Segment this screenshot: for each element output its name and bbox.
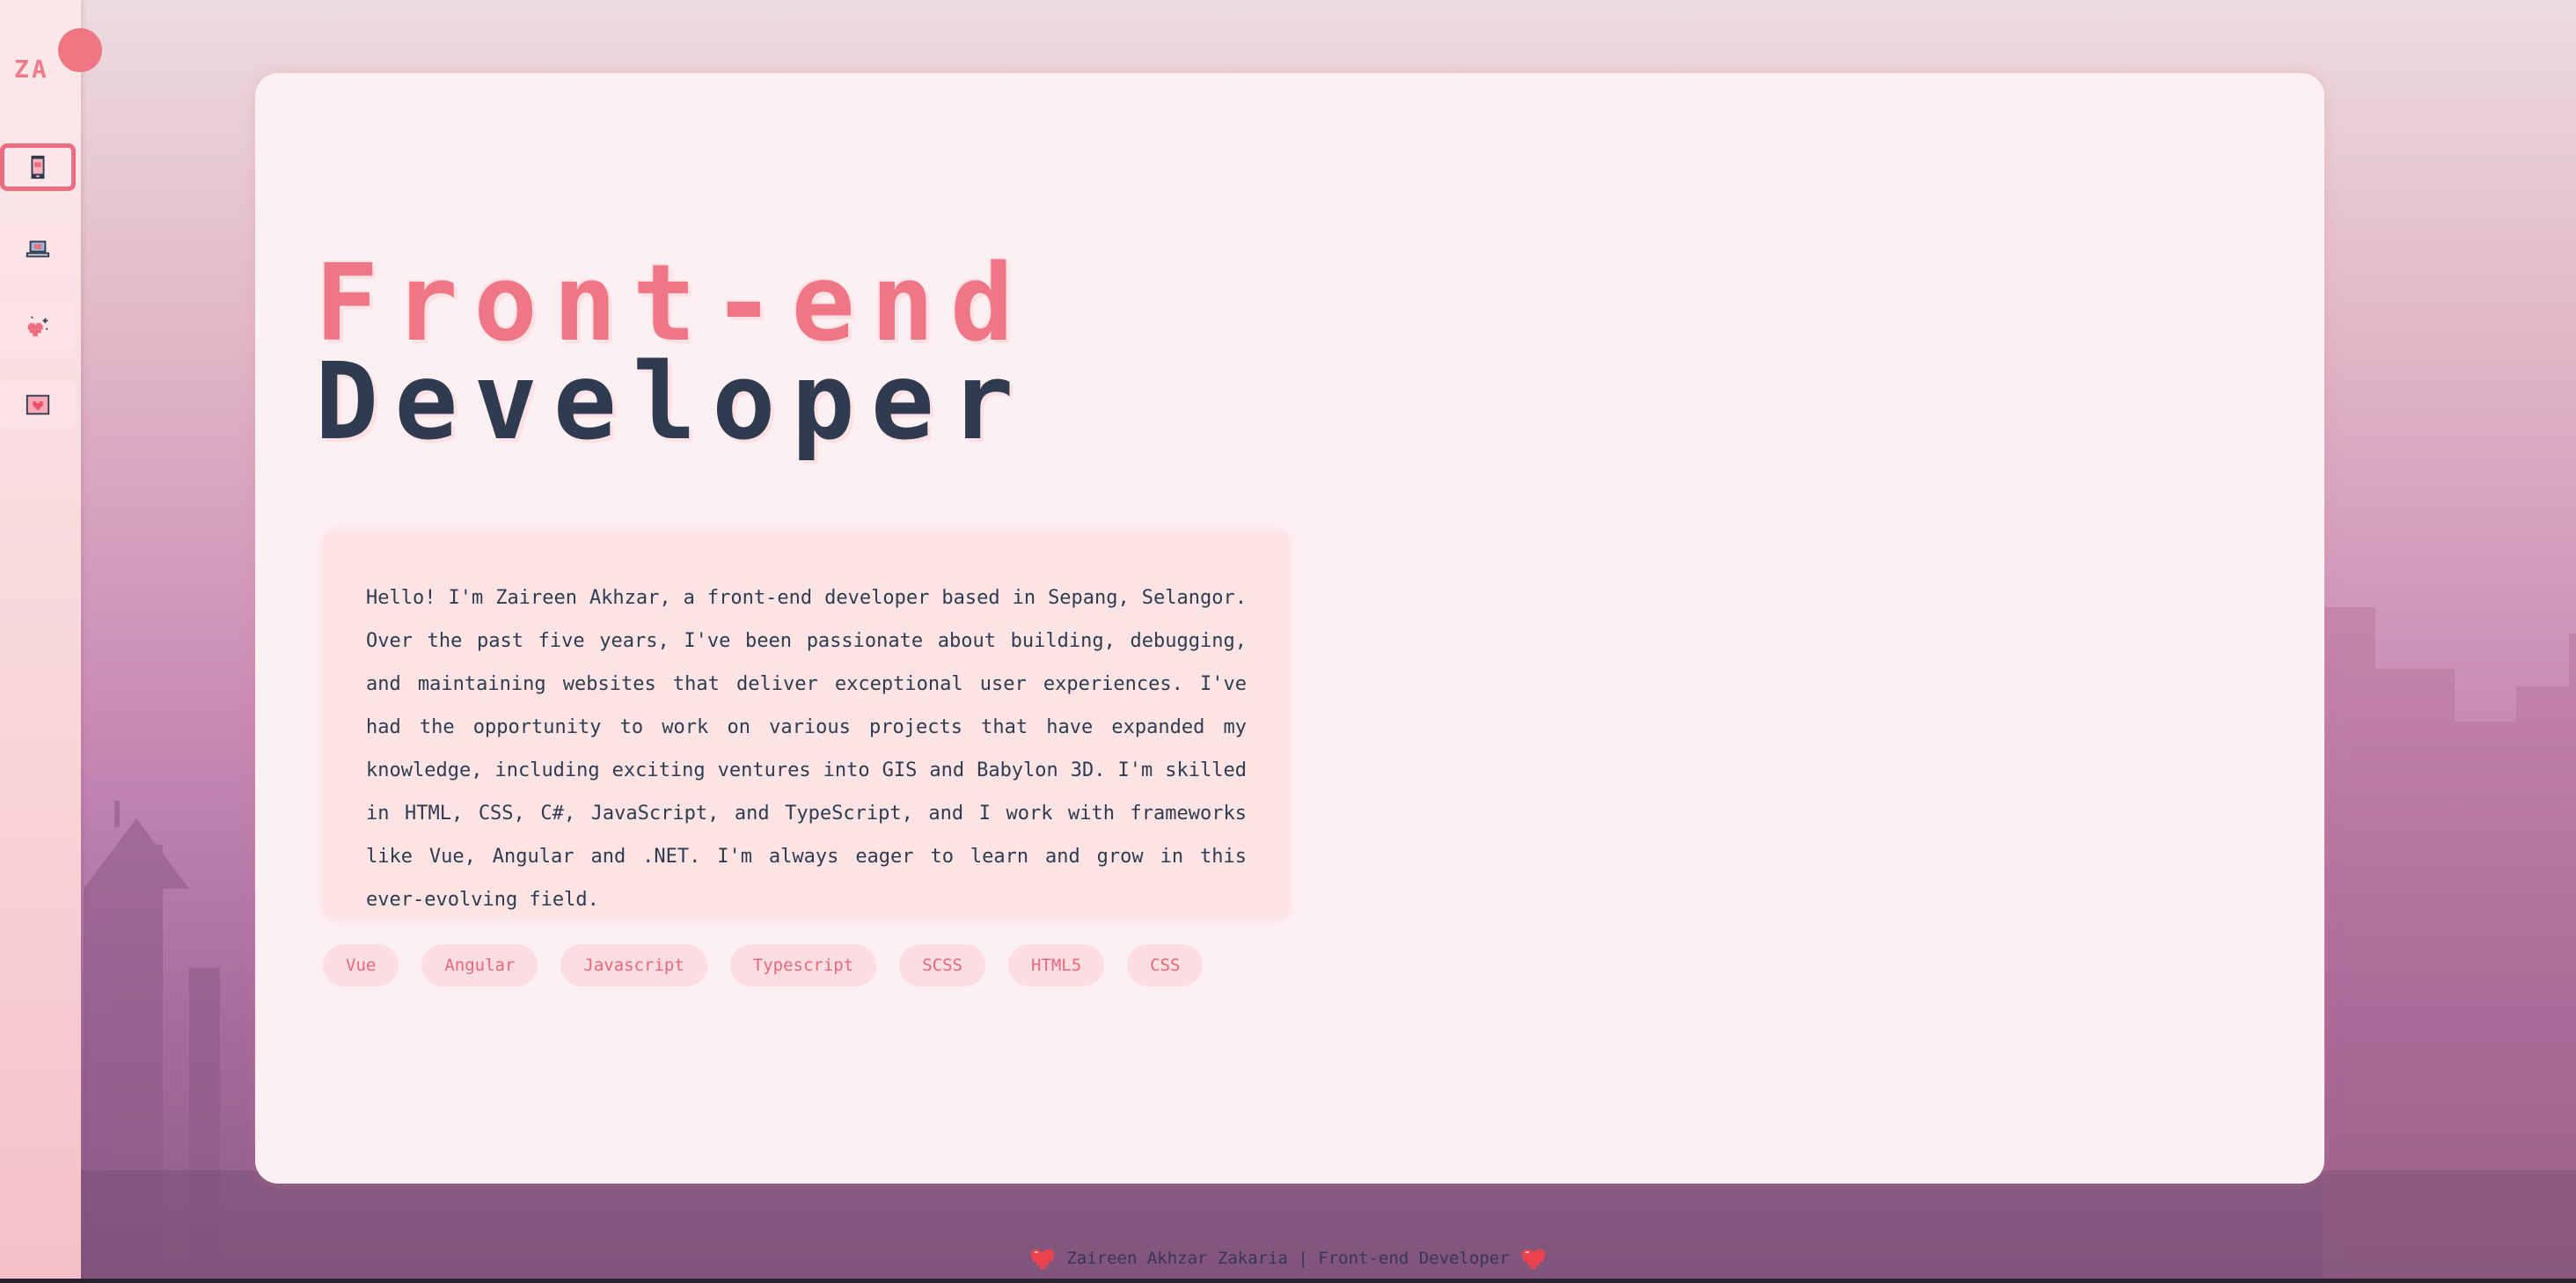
nav-item-projects[interactable] [0, 225, 76, 273]
tag-typescript[interactable]: Typescript [729, 944, 877, 986]
title-line-2: Developer [315, 341, 1030, 464]
tag-javascript[interactable]: Javascript [560, 944, 707, 986]
page-title: Front-end Developer [315, 243, 1030, 464]
logo-dot [58, 28, 102, 72]
nav-item-home[interactable] [0, 143, 76, 191]
logo[interactable]: ZA [14, 55, 49, 84]
tag-vue[interactable]: Vue [323, 944, 399, 986]
tag-html5[interactable]: HTML5 [1007, 944, 1105, 986]
heart-icon [1031, 1250, 1055, 1269]
footer: Zaireen Akhzar Zakaria | Front-end Devel… [0, 1241, 2576, 1276]
nav-item-contact[interactable] [0, 381, 76, 429]
bio-box: Hello! I'm Zaireen Akhzar, a front-end d… [323, 531, 1290, 920]
heart-icon [1521, 1250, 1545, 1269]
bio-text: Hello! I'm Zaireen Akhzar, a front-end d… [366, 587, 1247, 911]
sparkle-heart-icon [27, 316, 48, 337]
envelope-heart-icon [26, 394, 50, 415]
laptop-icon [26, 240, 50, 258]
footer-text: Zaireen Akhzar Zakaria | Front-end Devel… [1066, 1249, 1510, 1268]
bottom-edge [0, 1279, 2576, 1283]
mobile-phone-icon [31, 155, 45, 180]
tag-css[interactable]: CSS [1127, 944, 1204, 986]
sidebar: ZA [0, 0, 102, 1283]
tag-angular[interactable]: Angular [421, 944, 538, 986]
skill-tags: Vue Angular Javascript Typescript SCSS H… [323, 944, 1204, 986]
nav-item-skills[interactable] [0, 303, 76, 350]
title-line-1: Front-end [315, 243, 1030, 365]
tag-scss[interactable]: SCSS [899, 944, 985, 986]
